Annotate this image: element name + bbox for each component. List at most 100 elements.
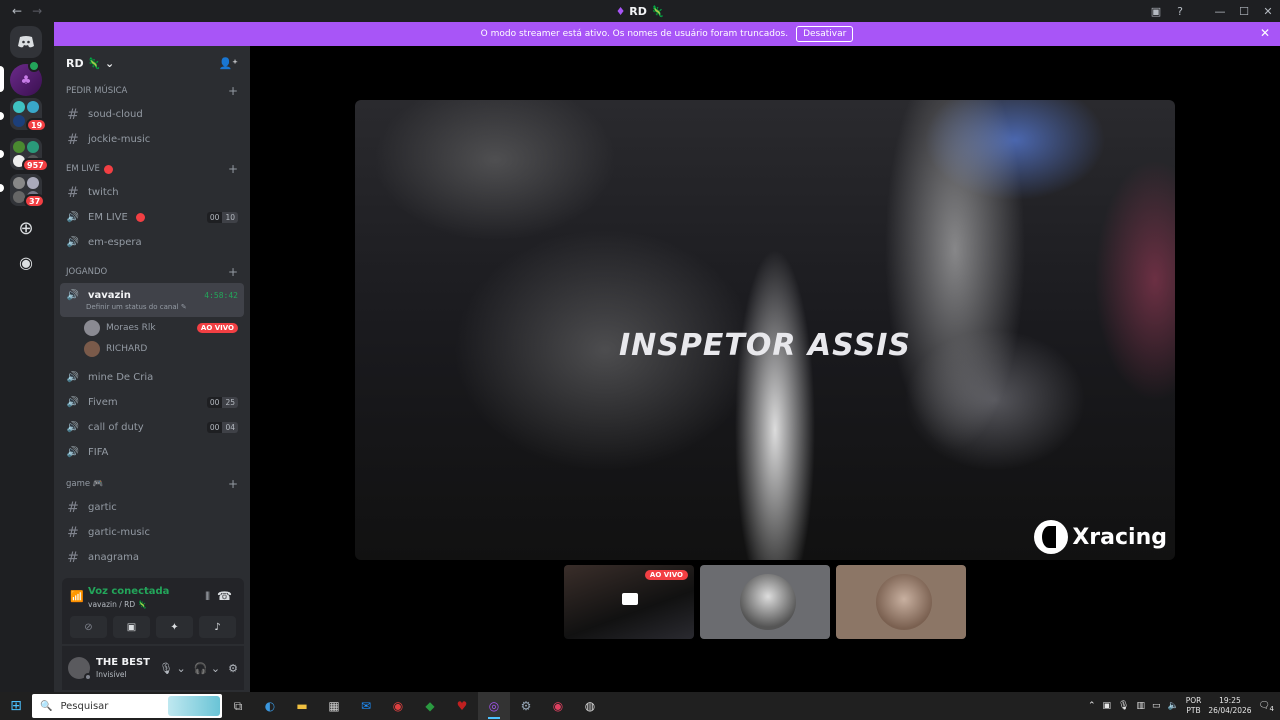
brazil-app-icon[interactable]: ◆ bbox=[414, 692, 446, 720]
chrome-profile-icon[interactable]: ◉ bbox=[542, 692, 574, 720]
taskbar-search[interactable]: 🔍 Pesquisar bbox=[32, 694, 222, 718]
channel-soud-cloud[interactable]: # soud-cloud bbox=[60, 102, 244, 127]
channel-fivem[interactable]: 🔊 Fivem 00 25 bbox=[60, 390, 244, 415]
live-badge: AO VIVO bbox=[644, 570, 688, 580]
red-circle-icon bbox=[103, 164, 113, 174]
maximize-button[interactable]: ☐ bbox=[1232, 0, 1256, 22]
language-indicator[interactable]: POR PTB bbox=[1186, 696, 1202, 716]
channel-status[interactable]: Definir um status do canal ✎ bbox=[66, 303, 238, 311]
title-bar: ← → ♦ RD 🦎 ▣ ? — ☐ ✕ bbox=[0, 0, 1280, 22]
channel-gartic[interactable]: # gartic bbox=[60, 495, 244, 520]
tray-app-icon[interactable]: ▣ bbox=[1102, 701, 1111, 711]
minimize-button[interactable]: — bbox=[1208, 0, 1232, 22]
avatar bbox=[84, 340, 100, 357]
category-label: JOGANDO bbox=[66, 267, 108, 277]
plus-icon[interactable]: + bbox=[228, 162, 238, 176]
voice-member[interactable]: Moraes Rlk AO VIVO bbox=[84, 317, 250, 338]
nav-buttons: ← → bbox=[0, 4, 60, 18]
store-icon[interactable]: ▦ bbox=[318, 692, 350, 720]
camera-off-button[interactable]: ⊘ bbox=[70, 616, 107, 638]
red-app-icon[interactable]: ♥ bbox=[446, 692, 478, 720]
file-explorer-icon[interactable]: ▬ bbox=[286, 692, 318, 720]
window-controls: ▣ ? — ☐ ✕ bbox=[1144, 0, 1280, 22]
soundboard-button[interactable]: ♪ bbox=[199, 616, 236, 638]
close-window-button[interactable]: ✕ bbox=[1256, 0, 1280, 22]
edge-icon[interactable]: ◐ bbox=[254, 692, 286, 720]
category-jogando[interactable]: JOGANDO + bbox=[54, 261, 250, 283]
clock[interactable]: 19:25 26/04/2026 bbox=[1208, 696, 1251, 716]
avatar bbox=[84, 319, 100, 336]
activities-button[interactable]: ✦ bbox=[156, 616, 193, 638]
disconnect-icon[interactable]: ☎ bbox=[217, 589, 232, 603]
server-folder-1[interactable]: 19 bbox=[10, 98, 48, 132]
channel-fifa[interactable]: 🔊 FIFA bbox=[60, 440, 244, 465]
inbox-icon[interactable]: ▣ bbox=[1144, 0, 1168, 22]
guild-header[interactable]: RD 🦎 ⌄ 👤⁺ bbox=[54, 46, 250, 80]
mention-badge: 957 bbox=[22, 158, 49, 172]
add-server-button[interactable]: ⊕ bbox=[10, 212, 42, 244]
plus-icon[interactable]: + bbox=[228, 265, 238, 279]
forward-arrow-icon[interactable]: → bbox=[32, 4, 42, 18]
home-button[interactable] bbox=[10, 26, 42, 58]
signal-icon[interactable]: 📶 bbox=[70, 590, 84, 603]
stream-video[interactable]: INSPETOR ASSIS Xracing bbox=[355, 100, 1175, 560]
share-screen-button[interactable]: ▣ bbox=[113, 616, 150, 638]
channel-call-of-duty[interactable]: 🔊 call of duty 00 04 bbox=[60, 415, 244, 440]
participant-tile-2[interactable] bbox=[700, 565, 830, 639]
microphone-icon[interactable]: 🎙 ⌄ bbox=[159, 662, 186, 675]
notification-icon[interactable]: 🗨 4 bbox=[1259, 701, 1274, 713]
channel-anagrama[interactable]: # anagrama bbox=[60, 545, 244, 570]
server-folder-3[interactable]: 37 bbox=[10, 174, 46, 208]
live-badge: AO VIVO bbox=[196, 322, 238, 333]
windows-start-icon[interactable]: ⊞ bbox=[0, 692, 32, 720]
mention-badge: 19 bbox=[26, 118, 48, 132]
server-folder-2[interactable]: 957 bbox=[10, 138, 49, 172]
disable-streamer-button[interactable]: Desativar bbox=[796, 26, 854, 42]
channel-mine-de-cria[interactable]: 🔊 mine De Cria bbox=[60, 365, 244, 390]
chevron-up-icon[interactable]: ⌃ bbox=[1088, 701, 1096, 711]
voice-member[interactable]: RICHARD bbox=[84, 338, 250, 359]
voice-channel-path[interactable]: vavazin / RD 🦎 bbox=[88, 600, 147, 609]
category-pedir-musica[interactable]: PEDIR MÚSICA + bbox=[54, 80, 250, 102]
help-icon[interactable]: ? bbox=[1168, 0, 1192, 22]
discover-button[interactable]: ◉ bbox=[10, 246, 42, 278]
back-arrow-icon[interactable]: ← bbox=[12, 4, 22, 18]
outlook-icon[interactable]: ✉ bbox=[350, 692, 382, 720]
participant-tile-3[interactable] bbox=[836, 565, 966, 639]
microphone-tray-icon[interactable]: 🎙 bbox=[1118, 701, 1129, 711]
plus-icon[interactable]: + bbox=[228, 477, 238, 491]
plus-icon[interactable]: + bbox=[228, 84, 238, 98]
red-circle-icon bbox=[135, 213, 145, 222]
member-name: RICHARD bbox=[106, 343, 148, 354]
speaker-icon: 🔊 bbox=[66, 372, 80, 383]
steam-icon[interactable]: ⚙ bbox=[510, 692, 542, 720]
category-em-live[interactable]: EM LIVE + bbox=[54, 158, 250, 180]
participant-tile-stream[interactable]: AO VIVO bbox=[564, 565, 694, 639]
avatar bbox=[876, 574, 932, 630]
close-icon[interactable]: ✕ bbox=[1260, 26, 1270, 40]
channel-gartic-music[interactable]: # gartic-music bbox=[60, 520, 244, 545]
discord-taskbar-icon[interactable]: ◎ bbox=[478, 692, 510, 720]
voice-status: Voz conectada bbox=[88, 586, 170, 597]
device-icon[interactable]: ▥ bbox=[1136, 701, 1145, 711]
network-icon[interactable]: ▭ bbox=[1152, 701, 1161, 711]
server-rd[interactable]: ♣ bbox=[10, 60, 42, 96]
channel-vavazin-active[interactable]: 🔊 vavazin 4:58:42 Definir um status do c… bbox=[60, 283, 244, 317]
volume-icon[interactable]: 🔈 bbox=[1167, 701, 1178, 711]
obs-icon[interactable]: ◍ bbox=[574, 692, 606, 720]
category-game[interactable]: game 🎮 + bbox=[54, 473, 250, 495]
channel-em-live[interactable]: 🔊 EM LIVE 00 10 bbox=[60, 205, 244, 230]
discord-app: ← → ♦ RD 🦎 ▣ ? — ☐ ✕ ♣ 19 957 37 ⊕ ◉ O m… bbox=[0, 0, 1280, 720]
noise-suppression-icon[interactable]: ⦀ bbox=[205, 590, 210, 604]
channel-twitch[interactable]: # twitch bbox=[60, 180, 244, 205]
task-view-icon[interactable]: ⧉ bbox=[222, 692, 254, 720]
chrome-icon[interactable]: ◉ bbox=[382, 692, 414, 720]
channel-label: vavazin bbox=[88, 289, 131, 301]
channel-jockie-music[interactable]: # jockie-music bbox=[60, 127, 244, 152]
headphones-icon[interactable]: 🎧 ⌄ bbox=[194, 662, 220, 675]
gear-icon[interactable]: ⚙ bbox=[228, 662, 238, 675]
channel-em-espera[interactable]: 🔊 em-espera bbox=[60, 230, 244, 255]
user-avatar[interactable] bbox=[68, 657, 92, 681]
invite-icon[interactable]: 👤⁺ bbox=[218, 57, 238, 70]
